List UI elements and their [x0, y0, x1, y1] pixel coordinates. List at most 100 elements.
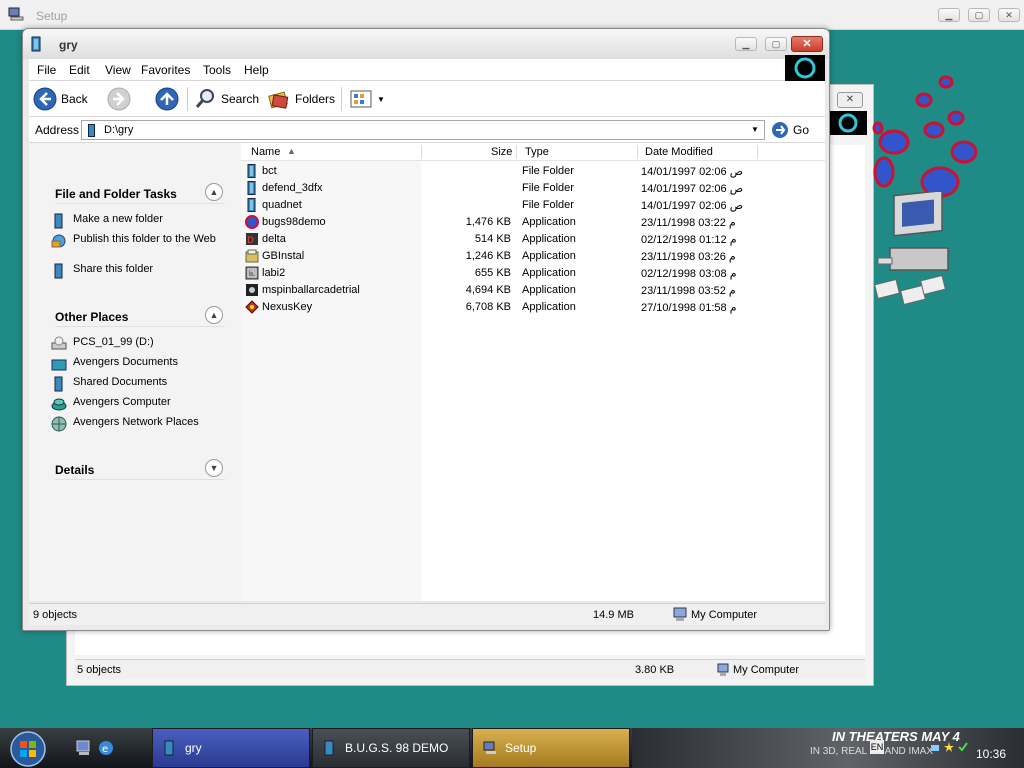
- column-header-type[interactable]: Type: [525, 146, 549, 158]
- file-size: 514 KB: [474, 233, 511, 245]
- file-row[interactable]: labi2 655 KB Application 02/12/1998 03:08 م: [241, 265, 825, 282]
- task-pane: File and Folder Tasks ▲ Make a new folde…: [29, 143, 241, 601]
- file-row[interactable]: bct File Folder 14/01/1997 02:06 ص: [241, 163, 825, 180]
- file-type: Application: [522, 250, 576, 262]
- setup-maximize-button[interactable]: ▢: [968, 8, 990, 22]
- setup-minimize-button[interactable]: ▁: [938, 8, 960, 22]
- search-button[interactable]: Search: [193, 87, 259, 111]
- file-row[interactable]: mspinballarcadetrial 4,694 KB Application 2…: [241, 282, 825, 299]
- window-titlebar[interactable]: gry ▁ ▢ ✕: [23, 29, 829, 59]
- address-input[interactable]: D:\gry ▼: [81, 120, 765, 140]
- file-row[interactable]: defend_3dfx File Folder 14/01/1997 02:06 ص: [241, 180, 825, 197]
- file-row[interactable]: bugs98demo 1,476 KB Application 23/11/1998 …: [241, 214, 825, 231]
- column-divider[interactable]: [421, 145, 422, 159]
- quick-launch-computer-icon[interactable]: [76, 740, 92, 756]
- forward-button[interactable]: [107, 87, 135, 111]
- status-bar: 9 objects 14.9 MB My Computer: [29, 603, 825, 625]
- setup-task-icon: [483, 741, 496, 754]
- toolbar-separator: [187, 87, 188, 111]
- background-close-button[interactable]: ✕: [837, 92, 863, 108]
- place-label: Avengers Computer: [73, 396, 171, 408]
- toolbar-separator: [341, 87, 342, 111]
- task-label: B.U.G.S. 98 DEMO: [345, 741, 449, 755]
- quick-launch-browser-icon[interactable]: e: [98, 740, 114, 756]
- file-row[interactable]: GBInstal 1,246 KB Application 23/11/1998 03…: [241, 248, 825, 265]
- file-folder-tasks-title[interactable]: File and Folder Tasks: [55, 187, 177, 201]
- file-size: 655 KB: [474, 267, 511, 279]
- details-title[interactable]: Details: [55, 463, 94, 477]
- menu-bar: File Edit View Favorites Tools Help: [29, 55, 825, 81]
- close-button[interactable]: ✕: [791, 36, 823, 52]
- setup-close-button[interactable]: ✕: [998, 8, 1020, 22]
- file-name: bugs98demo: [262, 216, 326, 228]
- task-label: Setup: [505, 741, 537, 755]
- folders-button[interactable]: Folders: [267, 87, 335, 111]
- task-gry[interactable]: gry: [152, 728, 310, 768]
- file-type: File Folder: [522, 165, 574, 177]
- back-button[interactable]: Back: [33, 87, 88, 111]
- collapse-icon[interactable]: ▲: [205, 183, 223, 201]
- file-type: Application: [522, 233, 576, 245]
- column-divider[interactable]: [757, 145, 758, 159]
- go-button[interactable]: Go: [771, 121, 809, 139]
- column-header-date[interactable]: Date Modified: [645, 146, 713, 158]
- file-name: delta: [262, 233, 286, 245]
- network-globe-icon: [51, 416, 67, 432]
- menu-view[interactable]: View: [105, 63, 131, 77]
- group-divider: [55, 479, 225, 480]
- setup-window-titlebar: Setup ▁ ▢ ✕: [0, 0, 1024, 30]
- place-documents-link[interactable]: Avengers Documents: [51, 356, 231, 372]
- column-header-name[interactable]: Name: [251, 146, 280, 158]
- other-places-title[interactable]: Other Places: [55, 310, 128, 324]
- file-date: 02/12/1998 01:12 م: [641, 234, 737, 246]
- column-divider[interactable]: [516, 145, 517, 159]
- collapse-icon[interactable]: ▲: [205, 306, 223, 324]
- menu-edit[interactable]: Edit: [69, 63, 90, 77]
- maximize-button[interactable]: ▢: [765, 37, 787, 51]
- column-header-size[interactable]: Size: [491, 146, 512, 158]
- forward-arrow-icon: [107, 87, 131, 111]
- language-indicator[interactable]: EN: [870, 740, 884, 754]
- file-row[interactable]: quadnet File Folder 14/01/1997 02:06 ص: [241, 197, 825, 214]
- tray-check-icon[interactable]: [958, 742, 968, 752]
- place-network-link[interactable]: Avengers Network Places: [51, 416, 231, 432]
- place-label: Shared Documents: [73, 376, 168, 388]
- task-label: Publish this folder to the Web: [73, 233, 216, 245]
- expand-icon[interactable]: ▼: [205, 459, 223, 477]
- address-dropdown-icon[interactable]: ▼: [748, 123, 762, 137]
- column-divider[interactable]: [637, 145, 638, 159]
- menu-tools[interactable]: Tools: [203, 63, 231, 77]
- shared-folder-icon: [54, 376, 63, 392]
- menu-favorites[interactable]: Favorites: [141, 63, 190, 77]
- file-date: 23/11/1998 03:26 م: [641, 251, 736, 263]
- minimize-button[interactable]: ▁: [735, 37, 757, 51]
- folder-task-icon: [324, 740, 334, 756]
- place-shared-documents-link[interactable]: Shared Documents: [51, 376, 231, 392]
- file-type: File Folder: [522, 182, 574, 194]
- publish-folder-link[interactable]: Publish this folder to the Web: [51, 233, 231, 249]
- share-folder-link[interactable]: Share this folder: [51, 263, 231, 279]
- views-button[interactable]: ▼: [349, 87, 385, 111]
- clock[interactable]: 10:36: [976, 747, 1006, 761]
- task-setup[interactable]: Setup: [472, 728, 630, 768]
- start-button[interactable]: [8, 730, 48, 768]
- up-button[interactable]: [155, 87, 183, 111]
- tray-star-icon[interactable]: [944, 742, 954, 752]
- task-label: Make a new folder: [73, 213, 163, 225]
- file-row[interactable]: NexusKey 6,708 KB Application 27/10/1998 01…: [241, 299, 825, 316]
- background-status-bar: 5 objects 3.80 KB My Computer: [75, 659, 865, 679]
- window-title: gry: [59, 38, 78, 52]
- menu-file[interactable]: File: [37, 63, 56, 77]
- make-new-folder-link[interactable]: Make a new folder: [51, 213, 231, 229]
- place-label: Avengers Documents: [73, 356, 178, 368]
- file-name: quadnet: [262, 199, 302, 211]
- place-drive-link[interactable]: PCS_01_99 (D:): [51, 336, 231, 352]
- tray-network-icon[interactable]: [930, 742, 940, 752]
- file-row[interactable]: Ddelta 514 KB Application 02/12/1998 01:12 …: [241, 231, 825, 248]
- task-bugs-demo[interactable]: B.U.G.S. 98 DEMO: [312, 728, 470, 768]
- place-computer-link[interactable]: Avengers Computer: [51, 396, 231, 412]
- file-date: 23/11/1998 03:22 م: [641, 217, 736, 229]
- background-window-logo: [829, 111, 867, 135]
- menu-help[interactable]: Help: [244, 63, 269, 77]
- background-status-size: 3.80 KB: [635, 664, 675, 676]
